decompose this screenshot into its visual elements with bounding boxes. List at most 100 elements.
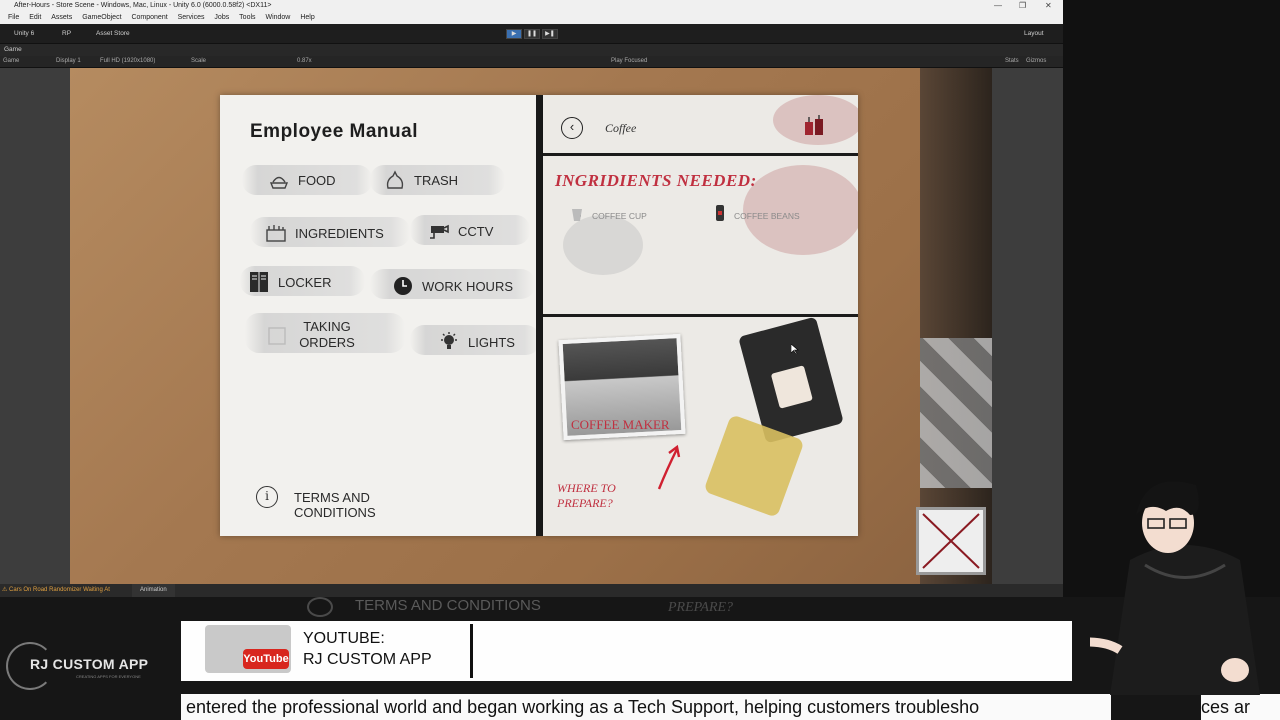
youtube-logo: YouTube — [243, 649, 289, 669]
news-ticker: entered the professional world and began… — [181, 694, 1111, 720]
close-manual-button[interactable] — [916, 507, 986, 575]
terms-label: TERMS AND CONDITIONS — [294, 490, 376, 520]
mouse-cursor-icon — [791, 344, 799, 354]
ingredient-item: COFFEE CUP — [578, 211, 647, 221]
display-dropdown[interactable]: Display 1 — [56, 58, 81, 64]
arrow-up-icon — [657, 444, 681, 490]
news-ticker-end: ces ar — [1201, 694, 1280, 720]
manual-spine — [536, 95, 543, 536]
trash-bag-icon — [386, 170, 404, 189]
cctv-label: CCTV — [458, 224, 494, 239]
locker-icon — [250, 272, 268, 292]
logo-subtext: CREATING APPS FOR EVERYONE — [76, 674, 141, 679]
taking-orders-button[interactable]: TAKING ORDERS — [268, 319, 362, 351]
rp-button[interactable]: RP — [62, 30, 71, 37]
status-bar: ⚠ Cars On Road Randomizer Waiting At Ani… — [0, 584, 1063, 597]
bag-label — [770, 365, 813, 409]
play-button[interactable]: ▶ — [506, 29, 522, 39]
trash-label: TRASH — [414, 173, 459, 188]
trash-button[interactable]: TRASH — [386, 170, 459, 189]
menu-help[interactable]: Help — [300, 14, 314, 21]
step-button[interactable]: ▶❚ — [542, 29, 558, 39]
recipe-title: Coffee — [605, 121, 637, 135]
lightbulb-icon — [441, 332, 457, 349]
manual-right-page: ‹ Coffee INGRIDIENTS NEEDED: COFFEE CUP … — [543, 95, 858, 536]
menu-services[interactable]: Services — [178, 14, 205, 21]
game-tab[interactable]: Game — [0, 44, 1063, 56]
order-ticket-icon — [268, 327, 286, 345]
work-hours-label: WORK HOURS — [422, 279, 513, 294]
ingredient-coffee-cup: COFFEE CUP — [592, 211, 647, 221]
ghost-prepare-text: PREPARE? — [668, 600, 734, 615]
window-titlebar: After-Hours - Store Scene - Windows, Mac… — [0, 0, 1063, 12]
menu-component[interactable]: Component — [131, 14, 167, 21]
clock-icon — [394, 277, 412, 295]
youtube-label: YOUTUBE: — [303, 630, 385, 647]
where-line-2: PREPARE? — [557, 496, 613, 510]
floor-tiles — [920, 338, 992, 488]
youtube-channel: RJ CUSTOM APP — [303, 651, 432, 668]
divider — [543, 153, 858, 156]
animation-tab[interactable]: Animation — [132, 584, 175, 597]
food-icon — [269, 176, 289, 189]
ingredients-label: INGREDIENTS — [295, 226, 384, 241]
food-label: FOOD — [298, 173, 336, 188]
console-warning[interactable]: ⚠ Cars On Road Randomizer Waiting At — [2, 584, 110, 597]
menu-assets[interactable]: Assets — [51, 14, 72, 21]
cctv-button[interactable]: CCTV — [430, 224, 494, 239]
stain — [563, 215, 643, 275]
game-render-area: Employee Manual FOOD TRASH INGREDIENTS C… — [70, 68, 992, 586]
minimize-icon[interactable]: — — [994, 0, 1002, 12]
taking-orders-label: TAKING ORDERS — [299, 319, 355, 350]
menu-tools[interactable]: Tools — [239, 14, 255, 21]
account-button[interactable]: Unity 6 — [14, 30, 34, 37]
banner-divider — [470, 624, 473, 678]
cctv-camera-icon — [430, 224, 449, 239]
window-title: After-Hours - Store Scene - Windows, Mac… — [14, 2, 272, 9]
stats-button[interactable]: Stats — [1005, 58, 1019, 64]
game-view-bar: Game Display 1 Full HD (1920x1080) Scale… — [0, 56, 1063, 68]
scale-value: 0.87x — [297, 58, 312, 64]
game-mode-dropdown[interactable]: Game — [3, 58, 19, 64]
resolution-dropdown[interactable]: Full HD (1920x1080) — [100, 58, 155, 64]
menu-file[interactable]: File — [8, 14, 19, 21]
locker-label: LOCKER — [278, 275, 332, 290]
menu-jobs[interactable]: Jobs — [214, 14, 229, 21]
lights-button[interactable]: LIGHTS — [441, 332, 515, 350]
ingredients-button[interactable]: INGREDIENTS — [266, 225, 384, 242]
play-focused-dropdown[interactable]: Play Focused — [611, 58, 647, 64]
close-x-icon — [922, 513, 980, 569]
where-to-prepare-note: WHERE TO PREPARE? — [557, 481, 616, 511]
pause-button[interactable]: ❚❚ — [524, 29, 540, 39]
menu-edit[interactable]: Edit — [29, 14, 41, 21]
ghost-info-icon — [307, 597, 333, 617]
manual-title: Employee Manual — [250, 121, 418, 142]
asset-store-button[interactable]: Asset Store — [96, 30, 130, 37]
channel-logo: RJ CUSTOM APP CREATING APPS FOR EVERYONE — [6, 642, 166, 690]
vtuber-avatar — [1090, 481, 1260, 695]
ingredient-item: COFFEE BEANS — [720, 211, 800, 221]
locker-button[interactable]: LOCKER — [250, 272, 332, 292]
drink-cups-icon — [805, 115, 823, 135]
menu-bar: File Edit Assets GameObject Component Se… — [0, 12, 1063, 24]
ghost-terms-text: TERMS AND CONDITIONS — [355, 597, 541, 614]
divider — [543, 314, 858, 317]
food-button[interactable]: FOOD — [269, 173, 336, 189]
menu-window[interactable]: Window — [265, 14, 290, 21]
ingredient-coffee-beans: COFFEE BEANS — [734, 211, 800, 221]
coffee-maker-label: COFFEE MAKER — [571, 417, 670, 432]
maximize-icon[interactable]: ❐ — [1019, 0, 1026, 12]
ingredients-box-icon — [266, 225, 286, 242]
logo-text: RJ CUSTOM APP — [30, 656, 149, 672]
youtube-thumbnail: YouTube — [205, 625, 291, 673]
scale-label: Scale — [191, 58, 207, 64]
layout-dropdown[interactable]: Layout — [1024, 30, 1044, 37]
coffee-bag-icon — [716, 205, 724, 221]
menu-gameobject[interactable]: GameObject — [82, 14, 121, 21]
work-hours-button[interactable]: WORK HOURS — [394, 277, 513, 295]
back-button[interactable]: ‹ — [561, 117, 583, 139]
gizmos-button[interactable]: Gizmos — [1026, 58, 1046, 64]
close-icon[interactable]: ✕ — [1045, 0, 1052, 12]
info-icon: i — [256, 486, 278, 508]
lights-label: LIGHTS — [468, 335, 515, 350]
